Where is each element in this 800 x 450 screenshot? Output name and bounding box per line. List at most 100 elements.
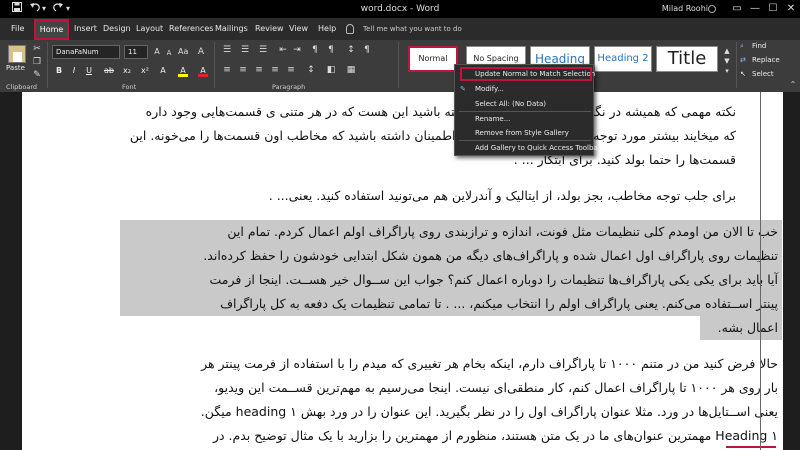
decrease-indent-icon[interactable]: ⇤ xyxy=(278,45,288,55)
clear-formatting-icon[interactable]: A xyxy=(196,47,206,57)
menu-add-gallery-to-qat[interactable]: Add Gallery to Quick Access Toolbar xyxy=(475,144,601,152)
ribbon-divider xyxy=(214,42,215,88)
paragraph-line: پینتر اســتفاده می‌کنم. یعنی پاراگراف او… xyxy=(220,296,778,311)
increase-indent-icon[interactable]: ⇥ xyxy=(292,45,302,55)
paragraph-line: قسمت‌ها را حتما بولد کنید. برای ابتکار .… xyxy=(513,152,736,167)
styles-more-icon[interactable]: ▾ xyxy=(722,66,732,76)
style-normal[interactable]: Normal xyxy=(408,46,458,72)
spelling-underline xyxy=(726,446,776,448)
menu-separator xyxy=(459,111,591,112)
paragraph-line: آیا باید برای یکی یکی پاراگراف‌ها تنظیما… xyxy=(209,272,778,287)
strikethrough-button[interactable]: ab xyxy=(102,65,116,77)
user-name[interactable]: Milad Roohi xyxy=(662,0,708,18)
paragraph-line: بار روی هر ۱۰۰۰ تا پاراگراف اعمال کنم، ک… xyxy=(214,380,778,395)
find-icon[interactable]: ⌕ xyxy=(740,42,744,51)
tab-home[interactable]: Home xyxy=(34,19,69,40)
distributed-icon[interactable]: ≡ xyxy=(286,65,296,75)
user-avatar-icon[interactable] xyxy=(708,5,716,13)
ribbon-divider xyxy=(398,42,399,88)
shrink-font-icon[interactable]: A xyxy=(164,48,174,58)
ribbon: Paste ✂ ❐ ✎ Clipboard DanaFaNum 11 A A A… xyxy=(0,40,800,92)
tab-design[interactable]: Design xyxy=(103,18,131,40)
align-right-icon[interactable]: ≡ xyxy=(254,65,264,75)
tab-help[interactable]: Help xyxy=(318,18,336,40)
font-color-button[interactable]: A xyxy=(198,65,208,77)
shading-icon[interactable]: ◧ xyxy=(326,65,336,75)
font-size-select[interactable]: 11 xyxy=(124,45,148,59)
paragraph-line: یعنی اســتایل‌ها در ورد. مثلا عنوان پارا… xyxy=(200,404,778,419)
ribbon-divider xyxy=(47,42,48,88)
superscript-button[interactable]: x² xyxy=(138,65,152,77)
replace-button[interactable]: Replace xyxy=(752,56,780,64)
close-button[interactable]: ✕ xyxy=(782,0,800,18)
paragraph-4[interactable]: حالا فرض کنید من در متنم ۱۰۰۰ تا پاراگرا… xyxy=(122,352,778,448)
styles-scroll-down-icon[interactable]: ▼ xyxy=(722,56,732,66)
style-title[interactable]: Title xyxy=(656,46,718,72)
multilevel-list-icon[interactable]: ☰ xyxy=(258,45,268,55)
paragraph-line: حالا فرض کنید من در متنم ۱۰۰۰ تا پاراگرا… xyxy=(201,356,778,371)
tab-references[interactable]: References xyxy=(169,18,213,40)
select-icon[interactable]: ↖ xyxy=(740,70,746,78)
maximize-button[interactable]: ☐ xyxy=(764,0,782,18)
font-group-label: Font xyxy=(122,83,137,91)
paste-icon[interactable] xyxy=(8,45,26,63)
ribbon-display-icon[interactable]: ▭ xyxy=(728,0,746,18)
right-margin-line xyxy=(760,92,761,450)
italic-button[interactable]: I xyxy=(69,65,79,77)
paragraph-2[interactable]: برای جلب توجه مخاطب، بجز بولد، از ایتالی… xyxy=(120,184,736,208)
borders-icon[interactable]: ▦ xyxy=(346,65,356,75)
justify-icon[interactable]: ≡ xyxy=(270,65,280,75)
align-center-icon[interactable]: ≡ xyxy=(238,65,248,75)
paragraph-line: تنظیمات روی پاراگراف اول اعمال شده و پار… xyxy=(203,248,778,263)
menu-remove-from-gallery[interactable]: Remove from Style Gallery xyxy=(475,129,569,137)
grow-font-icon[interactable]: A xyxy=(152,47,162,57)
tab-mailings[interactable]: Mailings xyxy=(215,18,248,40)
select-button[interactable]: Select xyxy=(752,70,774,78)
bullets-icon[interactable]: ☰ xyxy=(222,45,232,55)
replace-icon[interactable]: ⇄ xyxy=(740,56,746,64)
subscript-button[interactable]: x₂ xyxy=(120,65,134,77)
modify-style-icon: ✎ xyxy=(460,85,466,93)
tab-review[interactable]: Review xyxy=(255,18,284,40)
sort-icon[interactable]: ↕ xyxy=(346,45,356,55)
paragraph-group-label: Paragraph xyxy=(272,83,306,91)
tab-view[interactable]: View xyxy=(289,18,308,40)
menu-modify[interactable]: Modify... xyxy=(475,85,504,93)
clipboard-group-label: Clipboard xyxy=(6,83,38,91)
align-left-icon[interactable]: ≡ xyxy=(222,65,232,75)
highlight-color-button[interactable]: A xyxy=(178,65,188,77)
tab-file[interactable]: File xyxy=(11,18,24,40)
style-heading-2[interactable]: Heading 2 xyxy=(594,46,652,72)
show-marks-icon[interactable]: ¶ xyxy=(362,45,372,55)
cut-icon[interactable]: ✂ xyxy=(32,44,42,54)
format-painter-icon[interactable]: ✎ xyxy=(32,70,42,80)
rtl-direction-icon[interactable]: ¶ xyxy=(326,45,336,55)
line-spacing-icon[interactable]: ↕ xyxy=(306,65,316,75)
find-button[interactable]: Find xyxy=(752,42,766,50)
tell-me-search[interactable]: Tell me what you want to do xyxy=(363,18,462,40)
menu-separator xyxy=(459,140,591,141)
bold-button[interactable]: B xyxy=(54,65,64,77)
underline-button[interactable]: U xyxy=(84,65,94,77)
menu-bar: File Home Insert Design Layout Reference… xyxy=(0,18,800,40)
text-effects-icon[interactable]: A xyxy=(158,65,168,77)
minimize-button[interactable]: — xyxy=(746,0,764,18)
menu-highlight-box xyxy=(460,67,592,81)
ltr-direction-icon[interactable]: ¶ xyxy=(310,45,320,55)
styles-scroll-up-icon[interactable]: ▲ xyxy=(722,46,732,56)
numbering-icon[interactable]: ☰ xyxy=(240,45,250,55)
collapse-ribbon-icon[interactable]: ⌃ xyxy=(788,80,798,90)
paragraph-3-selected[interactable]: خب تا الان من اومدم کلی تنظیمات مثل فونت… xyxy=(122,220,778,340)
title-bar: ▾ ▾ word.docx - Word Milad Roohi ▭ — ☐ ✕ xyxy=(0,0,800,18)
menu-rename[interactable]: Rename... xyxy=(475,115,510,123)
paragraph-line: که میخایند بیشتر مورد توجه مخاطب قرار بگ… xyxy=(129,128,736,143)
tab-insert[interactable]: Insert xyxy=(74,18,97,40)
paragraph-1[interactable]: نکته مهمی که همیشه در نگارش متون باید در… xyxy=(120,100,736,172)
tab-layout[interactable]: Layout xyxy=(136,18,163,40)
paragraph-line: نکته مهمی که همیشه در نگارش متون باید در… xyxy=(145,104,736,119)
font-name-select[interactable]: DanaFaNum xyxy=(52,45,120,59)
menu-select-all[interactable]: Select All: (No Data) xyxy=(475,100,546,108)
copy-icon[interactable]: ❐ xyxy=(32,57,42,67)
change-case-icon[interactable]: Aa xyxy=(178,47,188,57)
paste-button-label[interactable]: Paste xyxy=(6,64,25,72)
